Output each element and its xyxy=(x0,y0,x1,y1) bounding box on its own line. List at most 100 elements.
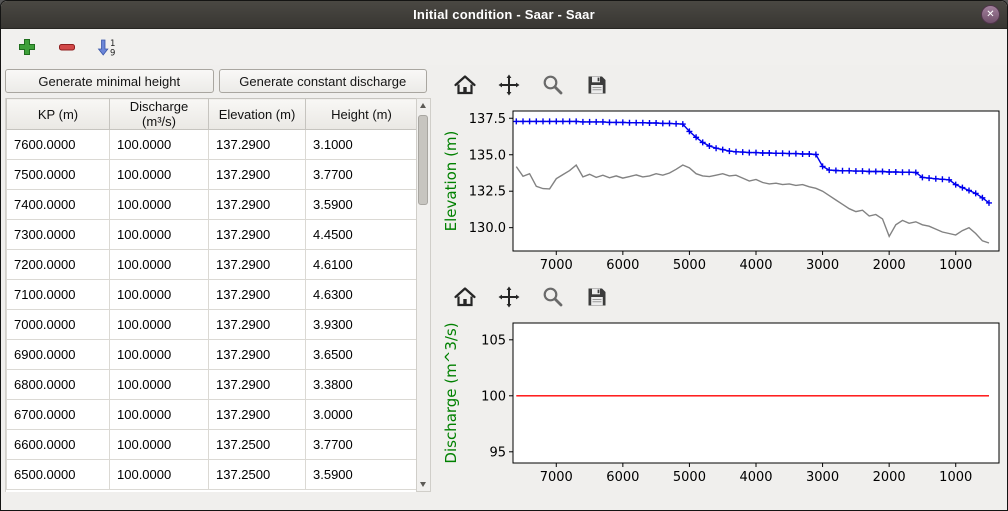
table-row[interactable]: 6900.0000100.0000137.29003.6500 xyxy=(7,340,417,370)
table-cell[interactable]: 137.2500 xyxy=(209,430,306,460)
table-row[interactable]: 7100.0000100.0000137.29004.6300 xyxy=(7,280,417,310)
table-row[interactable]: 6600.0000100.0000137.25003.7700 xyxy=(7,430,417,460)
y-axis-label: Elevation (m) xyxy=(442,131,460,232)
table-cell[interactable]: 100.0000 xyxy=(110,430,209,460)
table-cell[interactable]: 7000.0000 xyxy=(7,310,110,340)
discharge-home-button[interactable] xyxy=(451,283,479,311)
discharge-pan-button[interactable] xyxy=(495,283,523,311)
table-cell[interactable]: 6800.0000 xyxy=(7,370,110,400)
table-cell[interactable]: 3.6500 xyxy=(306,340,417,370)
table-cell[interactable]: 100.0000 xyxy=(110,160,209,190)
x-tick-label: 6000 xyxy=(606,470,639,485)
table-cell[interactable]: 3.9300 xyxy=(306,310,417,340)
scroll-down-button[interactable] xyxy=(417,477,430,491)
discharge-chart[interactable]: 700060005000400030002000100095100105Disc… xyxy=(439,315,1005,491)
table-cell[interactable]: 3.3800 xyxy=(306,370,417,400)
table-cell[interactable]: 100.0000 xyxy=(110,220,209,250)
scrollbar-thumb[interactable] xyxy=(418,115,428,205)
discharge-plot-toolbar xyxy=(439,279,1007,315)
scroll-up-button[interactable] xyxy=(417,99,430,113)
elevation-pan-button[interactable] xyxy=(495,71,523,99)
x-tick-label: 5000 xyxy=(673,470,706,485)
elevation-save-button[interactable] xyxy=(583,71,611,99)
table-row[interactable]: 6500.0000100.0000137.25003.5900 xyxy=(7,460,417,490)
right-panel: 7000600050004000300020001000130.0132.513… xyxy=(431,65,1007,492)
table-cell[interactable]: 3.5900 xyxy=(306,460,417,490)
column-header-discharge[interactable]: Discharge (m³/s) xyxy=(110,99,209,130)
table-cell[interactable]: 6900.0000 xyxy=(7,340,110,370)
table-cell[interactable]: 100.0000 xyxy=(110,370,209,400)
table-cell[interactable]: 100.0000 xyxy=(110,460,209,490)
table-scrollbar[interactable] xyxy=(416,98,431,492)
x-tick-label: 3000 xyxy=(806,258,839,273)
generate-minimal-height-button[interactable]: Generate minimal height xyxy=(5,69,214,93)
elevation-chart[interactable]: 7000600050004000300020001000130.0132.513… xyxy=(439,103,1005,279)
table-cell[interactable]: 3.0000 xyxy=(306,400,417,430)
table-cell[interactable]: 100.0000 xyxy=(110,130,209,160)
table-cell[interactable]: 7400.0000 xyxy=(7,190,110,220)
table-cell[interactable]: 6600.0000 xyxy=(7,430,110,460)
table-cell[interactable]: 7600.0000 xyxy=(7,130,110,160)
table-cell[interactable]: 100.0000 xyxy=(110,190,209,220)
elevation-zoom-button[interactable] xyxy=(539,71,567,99)
table-cell[interactable]: 137.2900 xyxy=(209,340,306,370)
column-header-elevation[interactable]: Elevation (m) xyxy=(209,99,306,130)
table-row[interactable]: 7400.0000100.0000137.29003.5900 xyxy=(7,190,417,220)
y-axis: 95100105 xyxy=(481,333,513,460)
table-cell[interactable]: 4.6300 xyxy=(306,280,417,310)
elevation-home-button[interactable] xyxy=(451,71,479,99)
table-cell[interactable]: 137.2900 xyxy=(209,220,306,250)
elevation-plot-toolbar xyxy=(439,67,1007,103)
plot-area[interactable] xyxy=(513,323,999,463)
table-cell[interactable]: 6700.0000 xyxy=(7,400,110,430)
table-row[interactable]: 7300.0000100.0000137.29004.4500 xyxy=(7,220,417,250)
remove-row-button[interactable] xyxy=(55,34,81,60)
table-cell[interactable]: 137.2900 xyxy=(209,130,306,160)
table-cell[interactable]: 7300.0000 xyxy=(7,220,110,250)
table-cell[interactable]: 6500.0000 xyxy=(7,460,110,490)
discharge-save-button[interactable] xyxy=(583,283,611,311)
table-cell[interactable]: 100.0000 xyxy=(110,310,209,340)
table-cell[interactable]: 4.4500 xyxy=(306,220,417,250)
discharge-zoom-button[interactable] xyxy=(539,283,567,311)
table-row[interactable]: 7000.0000100.0000137.29003.9300 xyxy=(7,310,417,340)
column-header-height[interactable]: Height (m) xyxy=(306,99,417,130)
table-cell[interactable]: 137.2900 xyxy=(209,250,306,280)
table-cell[interactable]: 100.0000 xyxy=(110,340,209,370)
table-cell[interactable]: 3.1000 xyxy=(306,130,417,160)
table-row[interactable]: 7600.0000100.0000137.29003.1000 xyxy=(7,130,417,160)
table-cell[interactable]: 137.2900 xyxy=(209,310,306,340)
sort-button[interactable]: 1 9 xyxy=(95,34,121,60)
add-row-button[interactable] xyxy=(15,34,41,60)
close-button[interactable]: ✕ xyxy=(981,5,1000,24)
table-cell[interactable]: 3.5900 xyxy=(306,190,417,220)
window: Initial condition - Saar - Saar ✕ 1 9 xyxy=(0,0,1008,511)
pan-icon xyxy=(497,285,521,309)
column-header-kp[interactable]: KP (m) xyxy=(7,99,110,130)
generate-constant-discharge-button[interactable]: Generate constant discharge xyxy=(219,69,428,93)
table-cell[interactable]: 137.2500 xyxy=(209,460,306,490)
table-cell[interactable]: 7500.0000 xyxy=(7,160,110,190)
table-cell[interactable]: 100.0000 xyxy=(110,250,209,280)
table-row[interactable]: 7500.0000100.0000137.29003.7700 xyxy=(7,160,417,190)
table-cell[interactable]: 7200.0000 xyxy=(7,250,110,280)
table-cell[interactable]: 3.7700 xyxy=(306,430,417,460)
table-cell[interactable]: 4.6100 xyxy=(306,250,417,280)
table-cell[interactable]: 3.7700 xyxy=(306,160,417,190)
table-row[interactable]: 6700.0000100.0000137.29003.0000 xyxy=(7,400,417,430)
table-cell[interactable]: 100.0000 xyxy=(110,280,209,310)
titlebar[interactable]: Initial condition - Saar - Saar ✕ xyxy=(1,1,1007,29)
plot-area[interactable] xyxy=(513,111,999,251)
table-cell[interactable]: 137.2900 xyxy=(209,160,306,190)
table-cell[interactable]: 7100.0000 xyxy=(7,280,110,310)
table-row[interactable]: 6800.0000100.0000137.29003.3800 xyxy=(7,370,417,400)
y-tick-label: 132.5 xyxy=(469,185,506,200)
scrollbar-track[interactable] xyxy=(417,113,430,477)
table-cell[interactable]: 137.2900 xyxy=(209,190,306,220)
table-cell[interactable]: 137.2900 xyxy=(209,400,306,430)
table-cell[interactable]: 137.2900 xyxy=(209,280,306,310)
y-tick-label: 105 xyxy=(481,333,506,348)
table-cell[interactable]: 137.2900 xyxy=(209,370,306,400)
table-row[interactable]: 7200.0000100.0000137.29004.6100 xyxy=(7,250,417,280)
table-cell[interactable]: 100.0000 xyxy=(110,400,209,430)
